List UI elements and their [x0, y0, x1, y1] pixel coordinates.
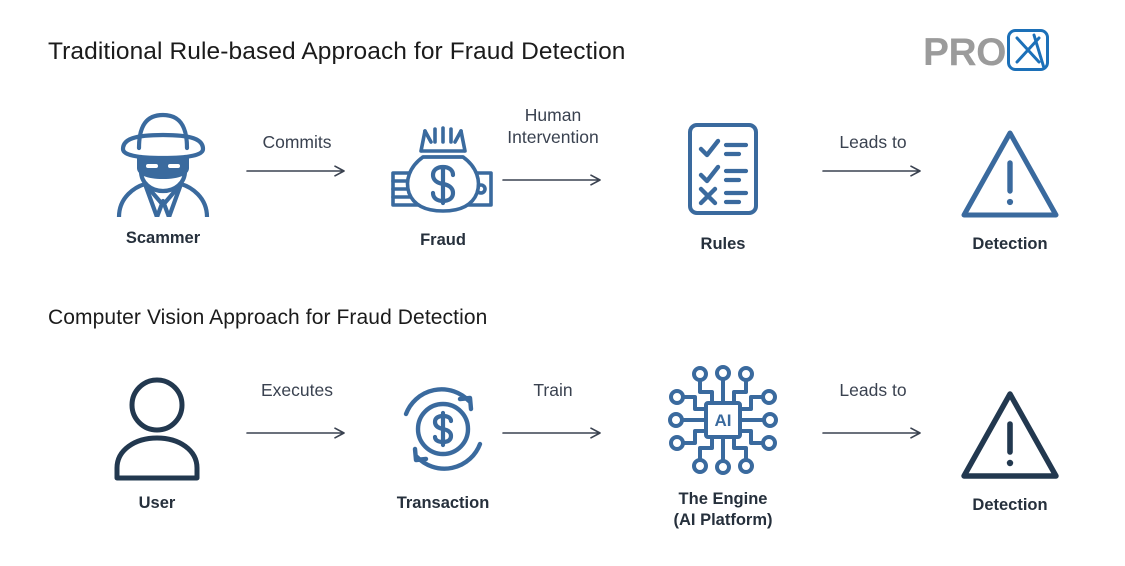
node-caption: Fraud — [420, 231, 466, 249]
arrow-right-icon — [821, 164, 925, 183]
warning-triangle-icon — [958, 372, 1062, 484]
node-detection-cv: Detection — [925, 372, 1095, 516]
warning-triangle-icon — [958, 111, 1062, 223]
arrow-train: Train — [478, 380, 628, 445]
node-caption: Detection — [972, 235, 1048, 253]
arrow-right-icon — [501, 426, 605, 445]
arrow-commits: Commits — [222, 132, 372, 183]
node-caption: Detection — [972, 496, 1048, 514]
node-caption: Rules — [700, 235, 746, 253]
person-icon — [108, 370, 206, 482]
node-caption: The Engine (AI Platform) — [674, 489, 773, 531]
diagram-canvas: Traditional Rule-based Approach for Frau… — [0, 0, 1125, 566]
page-title-traditional: Traditional Rule-based Approach for Frau… — [48, 38, 626, 65]
ai-chip-icon: AI — [665, 365, 781, 478]
node-detection-traditional: Detection — [925, 111, 1095, 255]
arrow-label: Train — [533, 380, 573, 400]
node-caption: User — [138, 494, 176, 512]
page-title-computer-vision: Computer Vision Approach for Fraud Detec… — [48, 306, 488, 329]
logo-text: PRO — [923, 30, 1007, 74]
arrow-right-icon — [245, 426, 349, 445]
node-caption: Transaction — [396, 494, 490, 512]
arrow-label: Leads to — [839, 132, 907, 152]
flow-row-computer-vision: User Executes Transaction Train AI The E… — [0, 365, 1125, 530]
arrow-right-icon — [821, 426, 925, 445]
node-engine: AI The Engine (AI Platform) — [638, 365, 808, 531]
arrow-label-line1: Human — [524, 105, 582, 125]
svg-text:AI: AI — [715, 411, 732, 430]
arrow-right-icon — [501, 173, 605, 192]
arrow-label: Commits — [262, 132, 332, 152]
arrow-human-intervention: Human Intervention — [478, 105, 628, 192]
arrow-right-icon — [245, 164, 349, 183]
scammer-icon — [109, 105, 217, 217]
flow-row-traditional: Scammer Commits Fraud Human Intervention… — [0, 105, 1125, 265]
arrow-label-line2: Intervention — [507, 126, 599, 147]
node-caption: Scammer — [125, 229, 201, 247]
checklist-icon — [679, 111, 767, 223]
logo-x-mark-icon — [1004, 26, 1052, 79]
arrow-label: Executes — [261, 380, 333, 400]
node-user: User — [72, 370, 242, 514]
arrow-label: Leads to — [839, 380, 907, 400]
node-caption-line2: (AI Platform) — [673, 511, 773, 530]
node-rules: Rules — [638, 111, 808, 255]
prox-logo: PRO — [923, 28, 1052, 75]
arrow-executes: Executes — [222, 380, 372, 445]
node-caption-line1: The Engine — [678, 490, 768, 508]
